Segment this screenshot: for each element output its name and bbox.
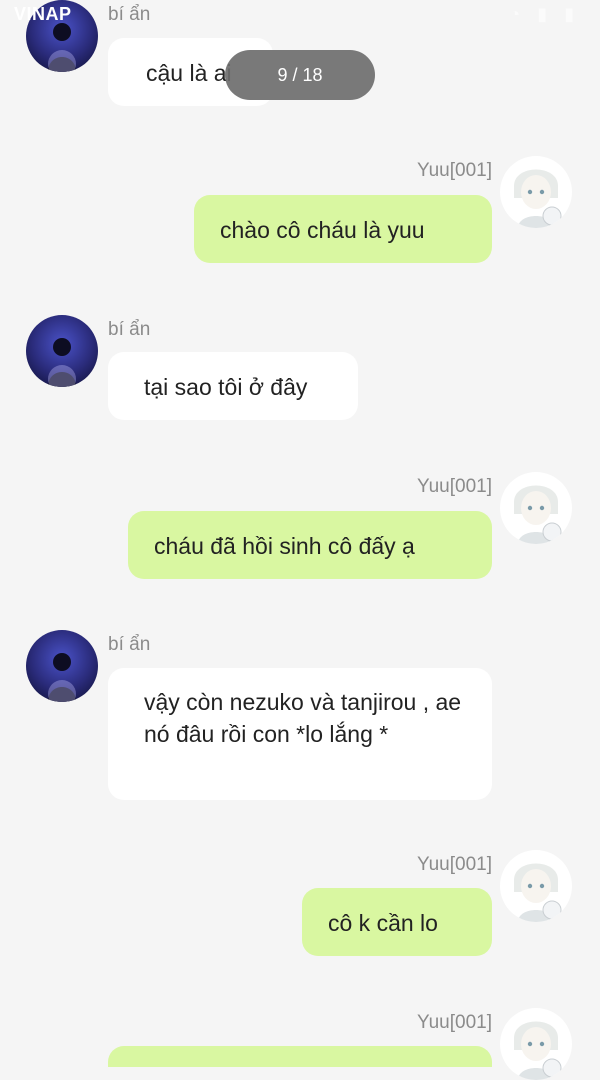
night-sky-silhouette-avatar-icon	[26, 630, 98, 702]
status-icons: ◔ ▮ ▮	[509, 4, 580, 24]
avatar-bi-an[interactable]	[26, 315, 98, 387]
avatar-yuu[interactable]	[500, 156, 572, 228]
message-bubble[interactable]: cháu đã hồi sinh cô đấy ạ	[128, 511, 492, 579]
page-indicator: 9 / 18	[225, 50, 375, 100]
anime-boy-avatar-icon	[500, 1008, 572, 1080]
anime-boy-avatar-icon	[500, 472, 572, 544]
sender-name: Yuu[001]	[416, 476, 492, 497]
anime-boy-avatar-icon	[500, 850, 572, 922]
message-bubble[interactable]: chào cô cháu là yuu	[194, 195, 492, 263]
message-bubble[interactable]: cô k cần lo	[302, 888, 492, 956]
message-bubble[interactable]: tại sao tôi ở đây	[108, 352, 358, 420]
message-bubble[interactable]: vậy còn nezuko và tanjirou , ae nó đâu r…	[108, 668, 492, 800]
avatar-yuu[interactable]	[500, 472, 572, 544]
sender-name: Yuu[001]	[416, 854, 492, 875]
message-bubble[interactable]	[108, 1046, 492, 1067]
night-sky-silhouette-avatar-icon	[26, 315, 98, 387]
sender-name: bí ẩn	[108, 634, 151, 655]
sender-name: bí ẩn	[108, 319, 151, 340]
sender-name: Yuu[001]	[416, 1012, 492, 1033]
avatar-yuu[interactable]	[500, 1008, 572, 1080]
sender-name: Yuu[001]	[416, 160, 492, 181]
avatar-bi-an[interactable]	[26, 630, 98, 702]
avatar-yuu[interactable]	[500, 850, 572, 922]
anime-boy-avatar-icon	[500, 156, 572, 228]
status-bar: VINAP ◔ ▮ ▮	[0, 0, 600, 30]
carrier-name: VINAP	[14, 4, 72, 24]
